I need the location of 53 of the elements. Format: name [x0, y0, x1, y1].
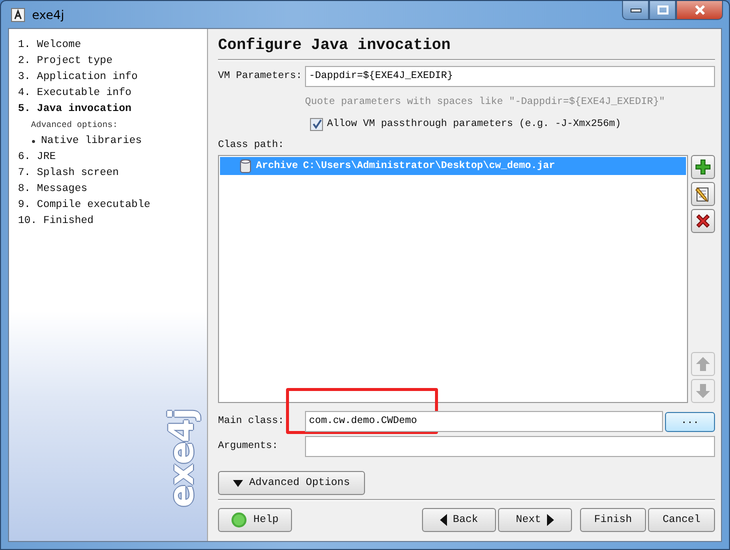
field-label: Main class: [218, 416, 286, 427]
step-item[interactable]: 7. Splash screen [18, 165, 119, 181]
step-item[interactable]: 6. JRE [18, 149, 56, 165]
caret-icon [233, 480, 244, 486]
app-icon [11, 8, 25, 22]
advanced-options-button[interactable]: Advanced Options [218, 471, 365, 495]
next-button[interactable]: Next [498, 508, 572, 532]
minimize-icon [630, 7, 642, 13]
passthrough-checkbox[interactable]: Allow VM passthrough parameters (e.g. -J-Xmx256m) [305, 118, 622, 130]
down-arrow-icon [695, 383, 711, 399]
help-button[interactable]: Help [218, 508, 292, 532]
step-item[interactable]: 4. Executable info [18, 85, 132, 101]
up-arrow-icon [695, 356, 711, 372]
step-item[interactable]: 3. Application info [18, 69, 138, 85]
input-field[interactable] [305, 436, 715, 457]
window-title: exe4j [32, 8, 64, 22]
add-button[interactable] [691, 155, 715, 179]
logo-text: exe4j [165, 408, 199, 507]
back-button[interactable]: Back [422, 508, 496, 532]
step-item[interactable]: 9. Compile executable [18, 197, 150, 213]
input-field[interactable]: -Dappdir=${EXE4J_EXEDIR} [305, 66, 715, 87]
section-heading: Advanced options: [30, 119, 118, 132]
cancel-button[interactable]: Cancel [648, 508, 715, 532]
jar-icon [240, 159, 251, 173]
finish-button[interactable]: Finish [580, 508, 646, 532]
step-item[interactable]: 8. Messages [18, 181, 88, 197]
left-arrow-icon [440, 514, 447, 526]
hint-text: Quote parameters with spaces like "-Dappdir=${EXE4J_EXEDIR}" [305, 96, 666, 108]
field-label: Arguments: [218, 441, 280, 452]
remove-button[interactable] [691, 209, 715, 233]
cross-icon [695, 213, 711, 229]
maximize-icon [656, 5, 668, 15]
step-item[interactable]: 10. Finished [18, 213, 94, 229]
field-label: VM Parameters: [218, 71, 304, 82]
bullet-icon [32, 140, 35, 142]
step-item[interactable]: 5. Java invocation [18, 101, 132, 117]
page-title: Configure Java invocation [218, 35, 452, 55]
close-icon [694, 5, 706, 15]
help-icon [231, 512, 248, 528]
minimize-button[interactable] [622, 1, 649, 20]
class-path-label: Class path: [218, 139, 286, 153]
right-arrow-icon [547, 514, 554, 526]
close-button[interactable] [676, 1, 723, 20]
pencil-note-icon [695, 186, 711, 202]
step-item[interactable]: Native libraries [41, 133, 142, 149]
plus-icon [695, 159, 711, 175]
step-item[interactable]: 2. Project type [18, 53, 113, 69]
input-field[interactable]: com.cw.demo.CWDemo [305, 411, 663, 432]
check-icon [312, 119, 322, 129]
browse-button[interactable]: ... [665, 412, 715, 432]
maximize-button[interactable] [649, 1, 676, 20]
step-item[interactable]: 1. Welcome [18, 37, 82, 53]
edit-button[interactable] [691, 182, 715, 206]
